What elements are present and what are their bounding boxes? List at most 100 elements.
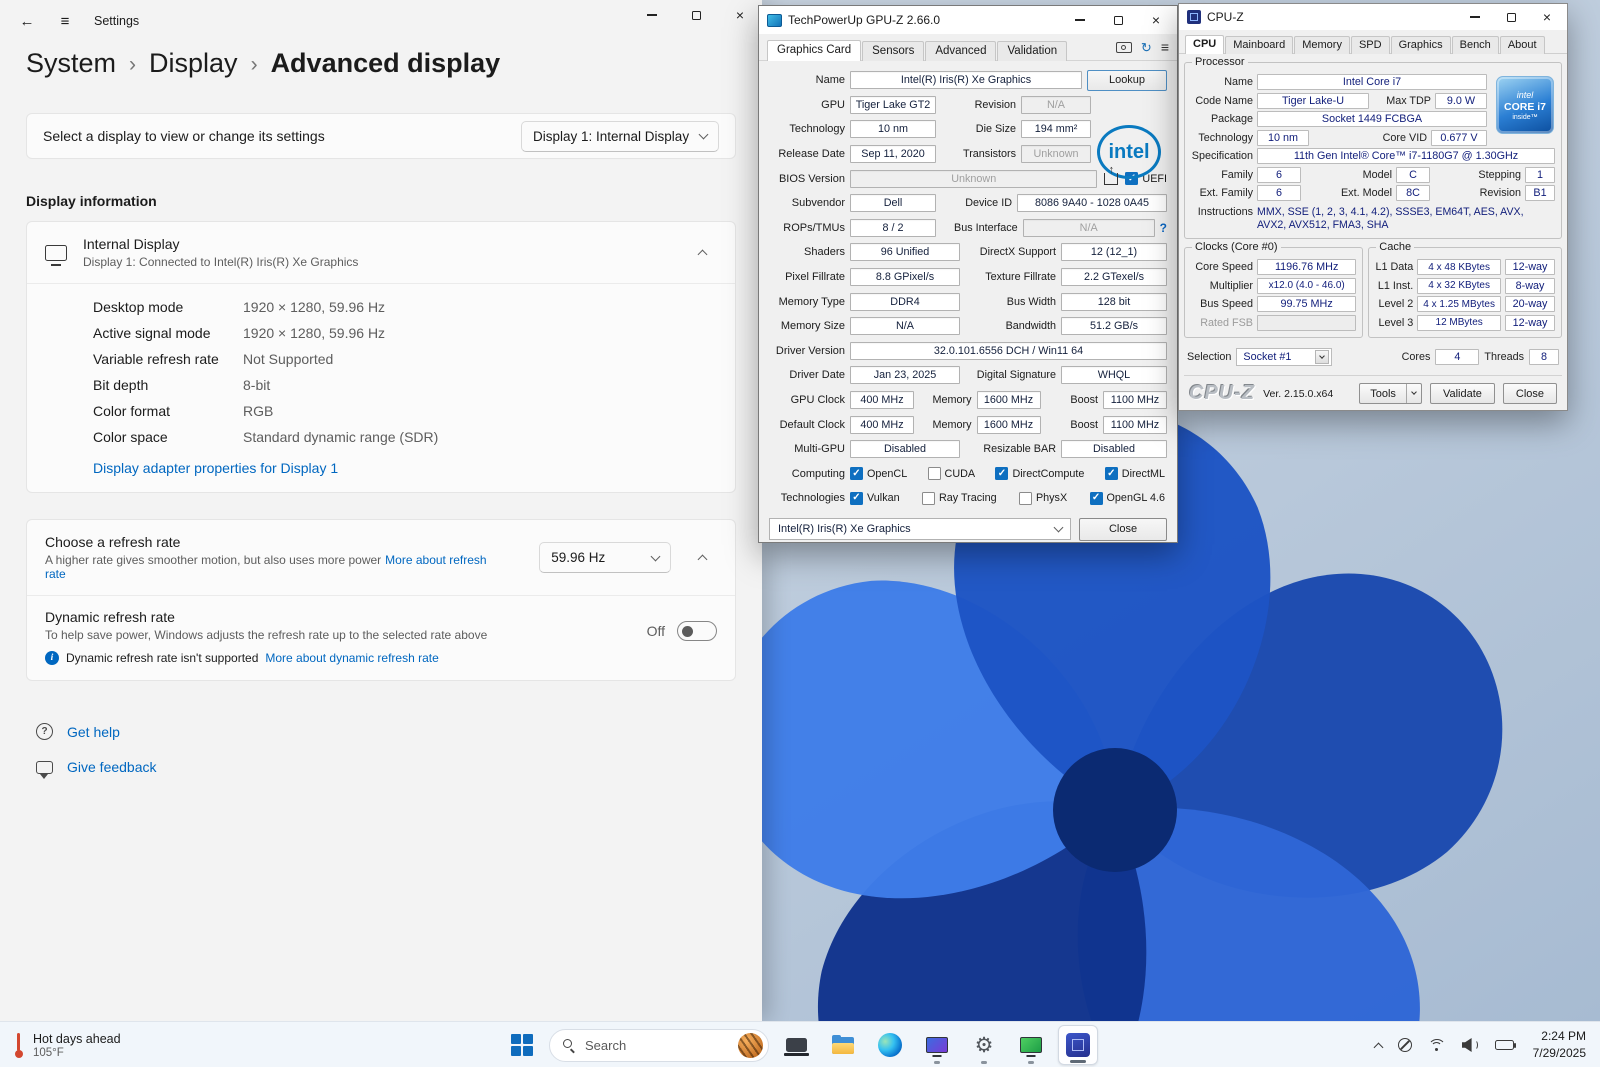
- start-button[interactable]: [502, 1025, 542, 1065]
- field-label: Instructions: [1191, 206, 1253, 218]
- maximize-button[interactable]: [1099, 7, 1137, 33]
- gpu-card-select[interactable]: Intel(R) Iris(R) Xe Graphics: [769, 518, 1071, 540]
- close-button[interactable]: ×: [1529, 5, 1565, 29]
- threads-value: 8: [1529, 349, 1559, 365]
- nav-menu-button[interactable]: ≡: [48, 6, 82, 36]
- directml-checkbox[interactable]: ✓DirectML: [1105, 467, 1165, 480]
- opencl-checkbox[interactable]: ✓OpenCL: [850, 467, 907, 480]
- minimize-button[interactable]: [630, 0, 674, 30]
- refresh-rate-card: Choose a refresh rate A higher rate give…: [26, 519, 736, 681]
- checkbox-icon: ✓: [922, 492, 935, 505]
- wifi-icon: [1428, 1039, 1446, 1052]
- display-select-dropdown[interactable]: Display 1: Internal Display: [521, 121, 719, 152]
- search-highlight-thumbnail[interactable]: [738, 1033, 763, 1058]
- refresh-rate-dropdown[interactable]: 59.96 Hz: [539, 542, 671, 573]
- maximize-button[interactable]: [1493, 5, 1529, 29]
- help-icon: ?: [36, 723, 53, 740]
- gpuz-taskbar-button[interactable]: [1011, 1025, 1051, 1065]
- checkbox-icon: ✓: [1090, 492, 1103, 505]
- checkbox-label: DirectCompute: [1012, 468, 1084, 480]
- gpuz-close-button[interactable]: Close: [1079, 518, 1167, 541]
- display-app-button[interactable]: [917, 1025, 957, 1065]
- socket-select[interactable]: Socket #1: [1236, 348, 1332, 366]
- tab-advanced[interactable]: Advanced: [925, 41, 996, 61]
- cpuz-taskbar-button[interactable]: [1058, 1025, 1098, 1065]
- cpuz-app-icon: [1187, 10, 1201, 24]
- tab-validation[interactable]: Validation: [997, 41, 1067, 61]
- internal-display-header[interactable]: Internal Display Display 1: Connected to…: [27, 222, 735, 283]
- breadcrumb-system[interactable]: System: [26, 48, 116, 79]
- device-app-button[interactable]: [776, 1025, 816, 1065]
- do-not-disturb-button[interactable]: [1391, 1027, 1419, 1063]
- network-button[interactable]: [1421, 1027, 1453, 1063]
- bios-version-value: Unknown: [850, 170, 1097, 188]
- tools-button[interactable]: Tools: [1359, 383, 1422, 404]
- tab-sensors[interactable]: Sensors: [862, 41, 924, 61]
- tab-cpu[interactable]: CPU: [1185, 35, 1224, 55]
- tab-graphics-card[interactable]: Graphics Card: [767, 40, 861, 61]
- tab-bench[interactable]: Bench: [1452, 36, 1499, 55]
- vulkan-checkbox[interactable]: ✓Vulkan: [850, 492, 900, 505]
- l1-data-value: 4 x 48 KBytes: [1417, 259, 1501, 275]
- minimize-button[interactable]: [1457, 5, 1493, 29]
- chevron-down-icon: [699, 130, 709, 140]
- taskbar-clock[interactable]: 2:24 PM 7/29/2025: [1523, 1028, 1592, 1062]
- cuda-checkbox[interactable]: ✓CUDA: [928, 467, 976, 480]
- give-feedback-row[interactable]: Give feedback: [36, 759, 736, 775]
- opengl-checkbox[interactable]: ✓OpenGL 4.6: [1090, 492, 1165, 505]
- field-label: Cores: [1402, 351, 1431, 363]
- get-help-link[interactable]: Get help: [67, 724, 120, 740]
- collapse-display-info-button[interactable]: [687, 240, 717, 266]
- tab-memory[interactable]: Memory: [1294, 36, 1350, 55]
- display-adapter-properties-link[interactable]: Display adapter properties for Display 1: [93, 460, 338, 476]
- volume-button[interactable]: [1455, 1027, 1486, 1063]
- edge-button[interactable]: [870, 1025, 910, 1065]
- maximize-button[interactable]: [674, 0, 718, 30]
- cpuz-close-button[interactable]: Close: [1503, 383, 1557, 404]
- close-button[interactable]: ×: [1137, 7, 1175, 33]
- weather-widget[interactable]: Hot days ahead 105°F: [2, 1025, 133, 1065]
- validate-button[interactable]: Validate: [1430, 383, 1495, 404]
- cpuz-row-package: Package Socket 1449 FCBGA: [1191, 110, 1487, 129]
- close-button[interactable]: ×: [718, 0, 762, 30]
- search-input[interactable]: Search: [549, 1029, 769, 1062]
- give-feedback-link[interactable]: Give feedback: [67, 759, 157, 775]
- lookup-button[interactable]: Lookup: [1087, 70, 1167, 91]
- minimize-button[interactable]: [1061, 7, 1099, 33]
- info-label: Color format: [93, 403, 243, 419]
- collapse-refresh-rate-button[interactable]: [687, 545, 717, 571]
- back-button[interactable]: ←: [10, 6, 44, 36]
- gpuz-footer: Intel(R) Iris(R) Xe Graphics Close: [769, 518, 1167, 541]
- directcompute-checkbox[interactable]: ✓DirectCompute: [995, 467, 1084, 480]
- file-explorer-button[interactable]: [823, 1025, 863, 1065]
- cpuz-row-level3: Level 3 12 MBytes 12-way: [1375, 314, 1555, 333]
- dynamic-refresh-note: i Dynamic refresh rate isn't supported M…: [45, 651, 647, 665]
- tab-graphics[interactable]: Graphics: [1391, 36, 1451, 55]
- more-about-dynamic-refresh-link[interactable]: More about dynamic refresh rate: [265, 651, 438, 665]
- running-indicator: [1070, 1060, 1086, 1063]
- share-icon[interactable]: ↑: [1104, 173, 1118, 185]
- info-row-color-format: Color formatRGB: [93, 398, 717, 424]
- physx-checkbox[interactable]: ✓PhysX: [1019, 492, 1067, 505]
- ray-tracing-checkbox[interactable]: ✓Ray Tracing: [922, 492, 997, 505]
- help-icon[interactable]: ?: [1160, 221, 1167, 235]
- dropdown-button[interactable]: [1315, 350, 1329, 364]
- battery-button[interactable]: [1488, 1027, 1521, 1063]
- menu-icon[interactable]: ≡: [1161, 40, 1169, 54]
- screenshot-icon[interactable]: [1116, 42, 1132, 53]
- tray-expand-button[interactable]: [1368, 1027, 1389, 1063]
- refresh-icon[interactable]: ↻: [1141, 41, 1152, 54]
- settings-taskbar-button[interactable]: ⚙: [964, 1025, 1004, 1065]
- dynamic-refresh-toggle[interactable]: [677, 621, 717, 641]
- internal-display-subtitle: Display 1: Connected to Intel(R) Iris(R)…: [83, 255, 358, 269]
- get-help-row[interactable]: ? Get help: [36, 723, 736, 740]
- breadcrumb-display[interactable]: Display: [149, 48, 238, 79]
- tab-mainboard[interactable]: Mainboard: [1225, 36, 1293, 55]
- info-label: Desktop mode: [93, 299, 243, 315]
- tab-spd[interactable]: SPD: [1351, 36, 1390, 55]
- tab-about[interactable]: About: [1500, 36, 1545, 55]
- tools-dropdown-arrow[interactable]: [1406, 384, 1421, 403]
- refresh-rate-header[interactable]: Choose a refresh rate A higher rate give…: [27, 520, 735, 595]
- gpu-name-value: Intel(R) Iris(R) Xe Graphics: [850, 71, 1082, 89]
- folder-icon: [832, 1037, 854, 1054]
